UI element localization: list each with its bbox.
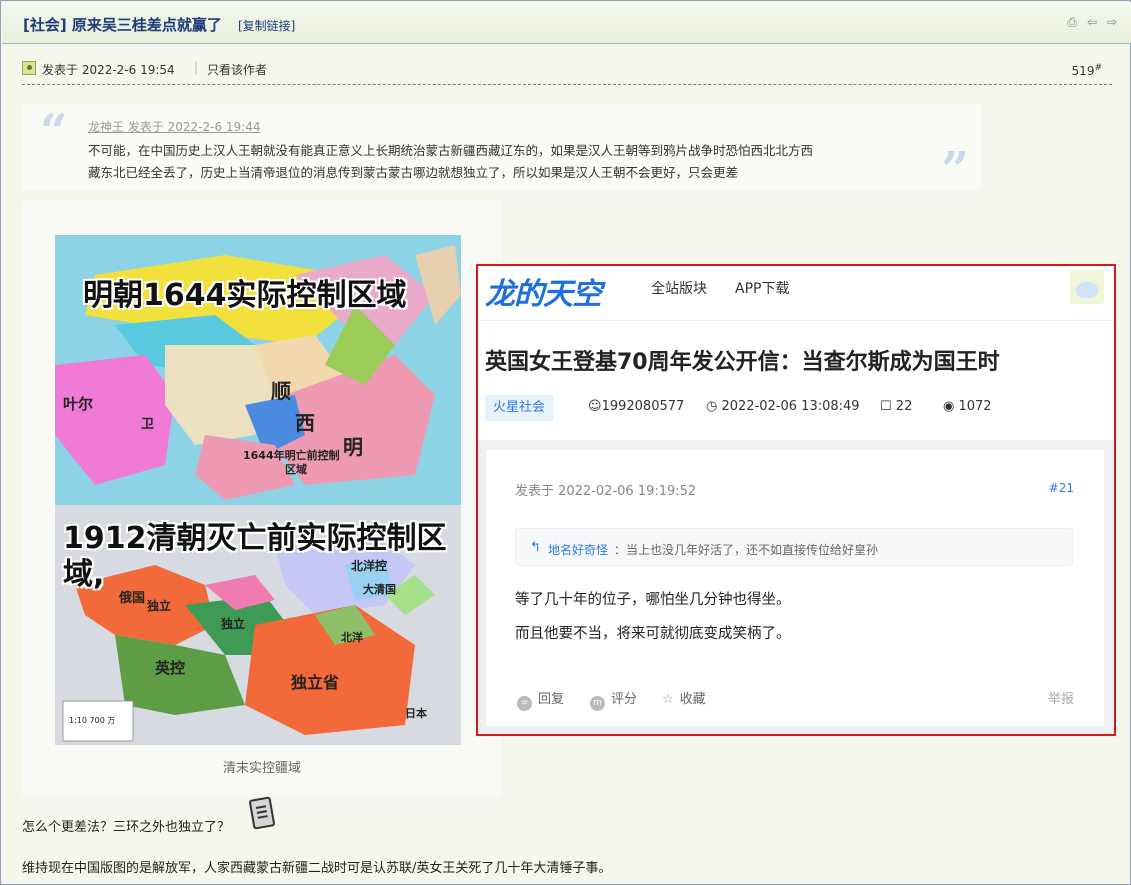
post-text-line: 维持现在中国版图的是解放军，人家西藏蒙古新疆二战时可是认苏联/英女王关死了几十年… — [22, 861, 612, 876]
thread-frame: [社会] 原来吴三桂差点就赢了 [复制链接] ⎙ ⇦ ⇨ 发表于 2022-2-… — [0, 0, 1131, 885]
toolbar-icons: ⎙ ⇦ ⇨ — [1065, 15, 1119, 29]
view-count: 1072 — [958, 399, 992, 414]
favorite-button[interactable]: ☆ 收藏 — [662, 688, 706, 707]
comment-text-line: 等了几十年的位子，哪怕坐几分钟也得坐。 — [515, 592, 791, 608]
map-label: 顺 — [271, 379, 291, 403]
map-image[interactable]: 明朝1644实际控制区域 顺 西 明 1644年明亡前控制 区域 叶尔 卫 19… — [22, 201, 502, 797]
author-meta[interactable]: ☺1992080577 — [588, 399, 684, 414]
quote-block: “ 龙神王 发表于 2022-2-6 19:44 不可能，在中国历史上汉人王朝就… — [22, 104, 981, 198]
comment-timestamp: 发表于 2022-02-06 19:19:52 — [515, 484, 697, 499]
avatar[interactable] — [1070, 270, 1104, 304]
favorite-label: 收藏 — [679, 692, 706, 707]
article-datetime: 2022-02-06 13:08:49 — [721, 399, 860, 414]
post-timestamp: 发表于 2022-2-6 19:54 — [42, 63, 175, 77]
copy-link-button[interactable]: [复制链接] — [238, 17, 295, 34]
header-divider — [478, 320, 1114, 321]
quote-close-icon: ” — [941, 142, 969, 198]
book-emoji-icon — [248, 796, 276, 830]
quote-text-line: 藏东北已经全丢了，历史上当清帝退位的消息传到蒙古蒙古哪边就想独立了，所以如果是汉… — [88, 165, 739, 180]
quote-author[interactable]: 龙神王 发表于 2022-2-6 19:44 — [88, 118, 261, 135]
category-tag[interactable]: 火星社会 — [485, 395, 554, 421]
rate-label: 评分 — [611, 692, 638, 707]
date-meta: ◷ 2022-02-06 13:08:49 — [706, 399, 860, 414]
rate-button[interactable]: m 评分 — [590, 688, 637, 711]
only-author-link[interactable]: 只看该作者 — [207, 61, 267, 78]
ming-map-title: 明朝1644实际控制区域 — [83, 278, 407, 313]
comment-floor[interactable]: #21 — [1049, 481, 1074, 495]
map-scale: 1:10 700 万 — [69, 716, 116, 725]
nav-app-download[interactable]: APP下载 — [735, 278, 789, 298]
map-label: 独立 — [147, 599, 172, 613]
ming-map-shapes — [55, 235, 461, 505]
map-label: 俄国 — [119, 591, 146, 606]
qing-map-title: 1912清朝灭亡前实际控制区域, — [63, 521, 447, 592]
map-label: 大清国 — [363, 583, 396, 596]
eye-icon: ◉ — [943, 399, 955, 414]
comment-icon: ☐ — [880, 399, 892, 414]
map-label: 日本 — [405, 707, 427, 720]
comment-card: 发表于 2022-02-06 19:19:52 #21 ↰ 地名好奇怪 ：当上也… — [486, 450, 1104, 726]
reply-label: 回复 — [538, 692, 565, 707]
map-label: 明 — [343, 435, 363, 459]
thread-titlebar: [社会] 原来吴三桂差点就赢了 [复制链接] ⎙ ⇦ ⇨ — [2, 2, 1131, 44]
quote-user[interactable]: 地名好奇怪 — [548, 541, 608, 558]
map-label: 英控 — [155, 659, 186, 677]
map-label: 卫 — [141, 417, 155, 432]
quote-open-icon: “ — [40, 104, 68, 160]
rate-icon: m — [590, 696, 605, 711]
reply-button[interactable]: = 回复 — [517, 688, 564, 711]
meta-separator: | — [194, 60, 199, 74]
map-label: 独立 — [221, 617, 246, 631]
site-logo[interactable]: 龙的天空 — [485, 269, 602, 313]
prev-icon[interactable]: ⇦ — [1085, 15, 1099, 29]
online-user-icon — [22, 61, 36, 75]
map-label: 西 — [295, 411, 315, 435]
post-meta: 发表于 2022-2-6 19:54 | 只看该作者 519# — [22, 59, 1112, 85]
floor-number-value: 519 — [1071, 64, 1095, 78]
comment-quote: ↰ 地名好奇怪 ：当上也没几年好活了，还不如直接传位给好皇孙 — [515, 528, 1073, 566]
embedded-screenshot: 龙的天空 全站版块 APP下载 英国女王登基70周年发公开信：当查尔斯成为国王时… — [476, 264, 1116, 736]
next-icon[interactable]: ⇨ — [1105, 15, 1119, 29]
map-label: 北洋控 — [351, 559, 388, 573]
quote-text: ：当上也没几年好活了，还不如直接传位给好皇孙 — [614, 543, 879, 557]
post-text-line: 怎么个更差法？三环之外也独立了？ — [22, 820, 231, 835]
quote-text-line: 不可能，在中国历史上汉人王朝就没有能真正意义上长期统治蒙古新疆西藏辽东的，如果是… — [88, 143, 814, 158]
image-caption: 清末实控疆域 — [222, 761, 301, 776]
reply-icon: = — [517, 696, 532, 711]
report-button[interactable]: 举报 — [1048, 688, 1074, 707]
views-meta: ◉ 1072 — [943, 399, 992, 414]
article-title: 英国女王登基70周年发公开信：当查尔斯成为国王时 — [485, 350, 1000, 375]
comments-meta: ☐ 22 — [880, 399, 912, 414]
map-label: 北洋 — [341, 631, 363, 644]
map-label: 独立省 — [291, 673, 340, 692]
comment-text-line: 而且他要不当，将来可就彻底变成笑柄了。 — [515, 626, 791, 642]
clock-icon: ◷ — [706, 399, 718, 414]
ming-map: 明朝1644实际控制区域 顺 西 明 1644年明亡前控制 区域 叶尔 卫 — [55, 235, 461, 505]
map-label: 叶尔 — [63, 395, 94, 413]
map-label: 区域 — [285, 463, 307, 476]
user-icon: ☺ — [588, 399, 602, 414]
comment-area: 发表于 2022-02-06 19:19:52 #21 ↰ 地名好奇怪 ：当上也… — [478, 440, 1114, 734]
reply-arrow-icon: ↰ — [530, 540, 541, 555]
floor-number[interactable]: 519# — [1072, 63, 1102, 78]
floor-mark: # — [1094, 63, 1102, 73]
comment-count: 22 — [895, 399, 913, 414]
qing-map: 1912清朝灭亡前实际控制区域, 俄国 独立 英控 独立 独立省 北洋控 大清国… — [55, 505, 461, 745]
author-name: 1992080577 — [601, 399, 685, 414]
print-icon[interactable]: ⎙ — [1065, 15, 1079, 29]
nav-all-boards[interactable]: 全站版块 — [651, 278, 707, 298]
star-icon: ☆ — [662, 692, 674, 707]
thread-title[interactable]: [社会] 原来吴三桂差点就赢了 — [23, 14, 222, 35]
